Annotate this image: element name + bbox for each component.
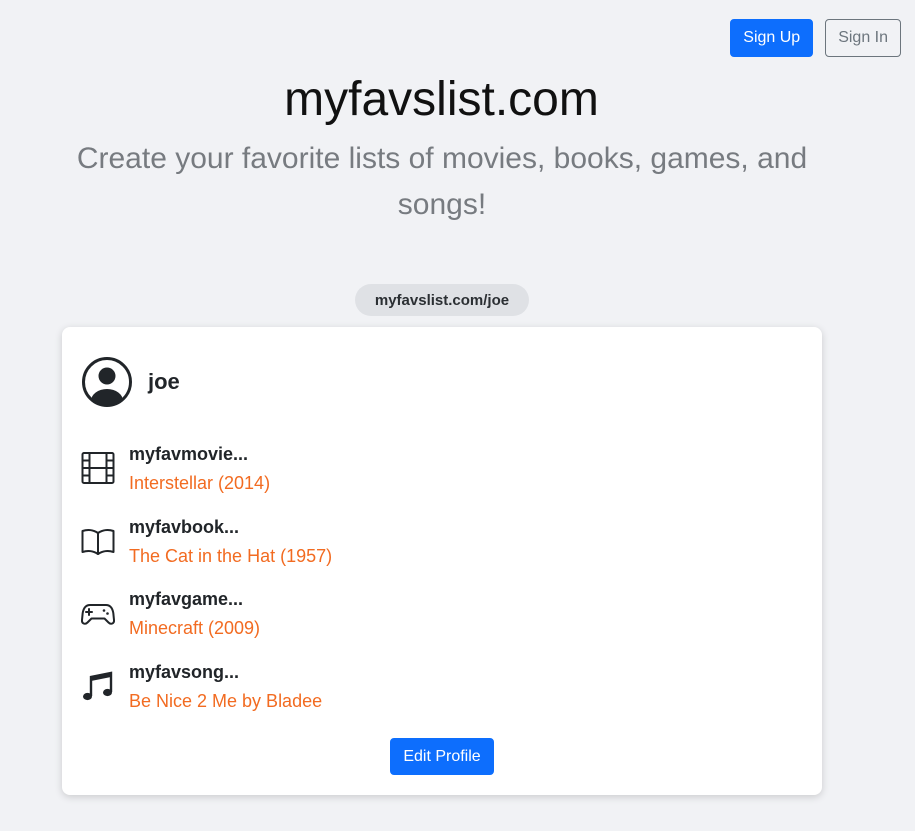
favorite-game: myfavgame... Minecraft (2009) (81, 588, 260, 639)
book-icon (81, 524, 115, 558)
favorite-value[interactable]: The Cat in the Hat (1957) (129, 545, 332, 567)
favorite-label: myfavsong... (129, 662, 240, 682)
profile-header: joe (81, 356, 180, 408)
profile-url-badge[interactable]: myfavslist.com/joe (355, 284, 529, 316)
favorite-label: myfavbook... (129, 517, 240, 537)
favorite-song: myfavsong... Be Nice 2 Me by Bladee (81, 661, 322, 712)
profile-card: joe myfavmovie... Interstellar (2014) my… (62, 327, 822, 795)
film-icon (81, 451, 115, 485)
favorite-label: myfavgame... (129, 589, 244, 609)
favorite-value[interactable]: Be Nice 2 Me by Bladee (129, 690, 322, 712)
username: joe (148, 369, 180, 394)
site-title: myfavslist.com (284, 73, 599, 126)
tagline: Create your favorite lists of movies, bo… (76, 142, 808, 221)
music-note-icon (81, 669, 115, 703)
gamepad-icon (81, 596, 115, 630)
favorite-label: myfavmovie... (129, 444, 249, 464)
sign-up-button[interactable]: Sign Up (730, 19, 814, 57)
auth-buttons: Sign Up Sign In (730, 19, 901, 57)
user-circle-icon (81, 356, 133, 408)
favorite-value[interactable]: Interstellar (2014) (129, 472, 270, 494)
favorite-book: myfavbook... The Cat in the Hat (1957) (81, 516, 332, 567)
edit-profile-button[interactable]: Edit Profile (390, 738, 494, 775)
favorite-value[interactable]: Minecraft (2009) (129, 617, 260, 639)
favorite-movie: myfavmovie... Interstellar (2014) (81, 443, 270, 494)
sign-in-button[interactable]: Sign In (825, 19, 901, 57)
